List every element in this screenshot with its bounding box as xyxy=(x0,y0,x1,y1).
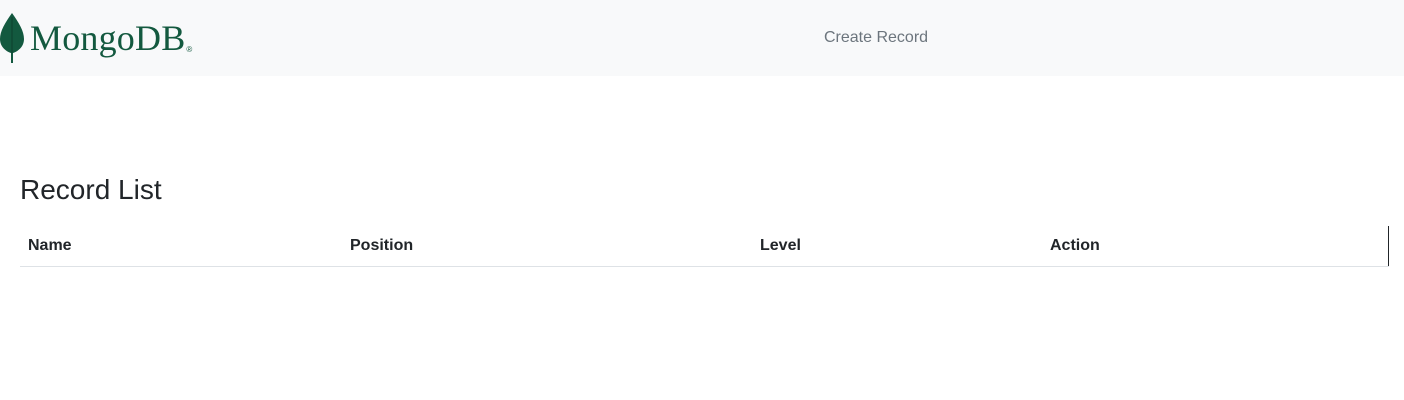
record-table: Name Position Level Action xyxy=(20,226,1389,267)
column-header-action: Action xyxy=(1042,226,1389,267)
mongodb-leaf-icon xyxy=(0,13,24,63)
navbar: MongoDB ® Create Record xyxy=(0,0,1404,76)
brand-logo-link[interactable]: MongoDB ® xyxy=(0,12,192,64)
brand-name: MongoDB xyxy=(30,18,186,58)
record-table-container: Name Position Level Action xyxy=(20,226,1389,267)
create-record-link[interactable]: Create Record xyxy=(824,29,928,47)
column-header-level: Level xyxy=(752,226,1042,267)
column-header-position: Position xyxy=(342,226,752,267)
table-right-border xyxy=(1388,226,1389,266)
registered-mark: ® xyxy=(186,45,193,54)
table-header-row: Name Position Level Action xyxy=(20,226,1389,267)
column-header-name: Name xyxy=(20,226,342,267)
page-title: Record List xyxy=(20,174,162,205)
